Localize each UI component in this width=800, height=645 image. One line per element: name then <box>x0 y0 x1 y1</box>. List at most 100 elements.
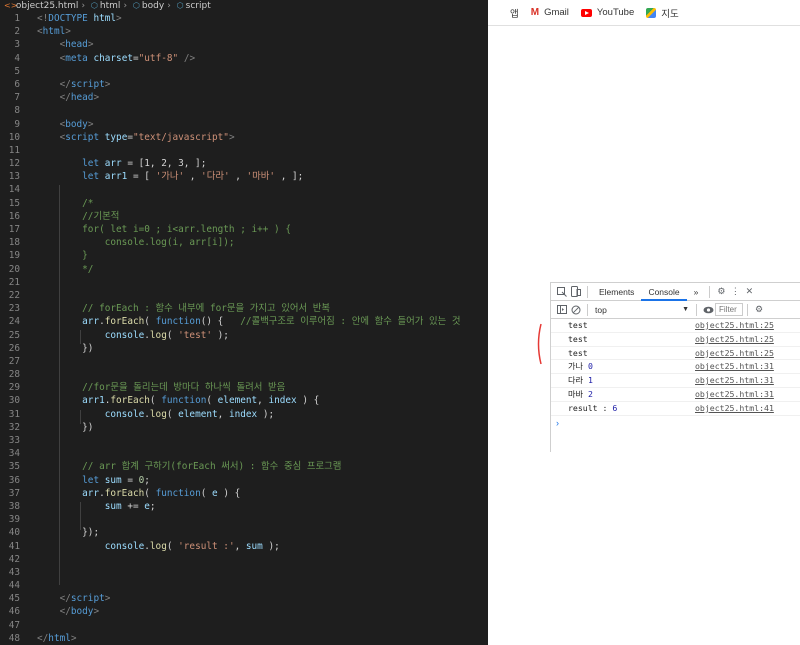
code-line[interactable]: 23 // forEach : 함수 내부에 for문을 가지고 있어서 반복 <box>0 302 488 315</box>
code-line[interactable]: 11 <box>0 144 488 157</box>
more-tabs-button[interactable]: » <box>687 283 706 301</box>
message-value: 가나 <box>568 361 588 372</box>
filter-input[interactable] <box>715 303 743 316</box>
code-line[interactable]: 43 <box>0 566 488 579</box>
line-text: arr.forEach( function() { //콜백구조로 이루어짐 :… <box>37 315 460 328</box>
source-link[interactable]: object25.html:25 <box>695 319 774 333</box>
code-line[interactable]: 28 <box>0 368 488 381</box>
code-line[interactable]: 31 console.log( element, index ); <box>0 408 488 421</box>
code-token: ); <box>257 408 275 420</box>
breadcrumb-script[interactable]: script <box>186 1 211 11</box>
console-prompt[interactable]: › <box>551 416 800 430</box>
code-line[interactable]: 10 <script type="text/javascript"> <box>0 131 488 144</box>
close-icon[interactable]: ✕ <box>742 285 756 299</box>
code-line[interactable]: 35 // arr 합계 구하기(forEach 써서) : 함수 중심 프로그… <box>0 460 488 473</box>
source-link[interactable]: object25.html:25 <box>695 333 774 347</box>
code-line[interactable]: 3 <head> <box>0 38 488 51</box>
source-link[interactable]: object25.html:25 <box>695 347 774 361</box>
device-toolbar-icon[interactable] <box>569 285 583 299</box>
gear-icon[interactable]: ⚙ <box>714 285 728 299</box>
code-line[interactable]: 2 <html> <box>0 25 488 38</box>
code-line[interactable]: 16 //기본적 <box>0 210 488 223</box>
code-line[interactable]: 34 <box>0 447 488 460</box>
code-line[interactable]: 9 <body> <box>0 118 488 131</box>
tab-console[interactable]: Console <box>641 283 687 301</box>
breadcrumb-file[interactable]: object25.html <box>16 1 79 11</box>
code-line[interactable]: 4 <meta charset="utf-8" /> <box>0 52 488 65</box>
console-settings-icon[interactable]: ⚙ <box>752 303 766 317</box>
bookmark-gmail[interactable]: M Gmail <box>531 7 569 18</box>
code-line[interactable]: 17 for( let i=0 ; i<arr.length ; i++ ) { <box>0 223 488 236</box>
code-line[interactable]: 38 sum += e; <box>0 500 488 513</box>
code-line[interactable]: 36 let sum = 0; <box>0 474 488 487</box>
code-line[interactable]: 8 <box>0 104 488 117</box>
code-line[interactable]: 5 <box>0 65 488 78</box>
kebab-menu-icon[interactable]: ⋮ <box>728 285 742 299</box>
line-text: }); <box>37 526 99 539</box>
code-line[interactable]: 33 <box>0 434 488 447</box>
code-line[interactable]: 44 <box>0 579 488 592</box>
code-line[interactable]: 18 console.log(i, arr[i]); <box>0 236 488 249</box>
line-text: // forEach : 함수 내부에 for문을 가지고 있어서 반복 <box>37 302 330 315</box>
code-area[interactable]: 1 <!DOCTYPE html> 2 <html> 3 <head> 4 <meta c… <box>0 12 488 645</box>
inspect-element-icon[interactable] <box>555 285 569 299</box>
code-line[interactable]: 12 let arr = [1, 2, 3, ]; <box>0 157 488 170</box>
code-line[interactable]: 29 //for문을 돌리는데 방마다 하나씩 돌려서 받음 <box>0 381 488 394</box>
code-line[interactable]: 40 }); <box>0 526 488 539</box>
code-token: , ]; <box>275 171 304 183</box>
code-line[interactable]: 24 arr.forEach( function() { //콜백구조로 이루어… <box>0 315 488 328</box>
console-output: test object25.html:25 test object25.html:25… <box>551 319 800 416</box>
code-line[interactable]: 37 arr.forEach( function( e ) { <box>0 487 488 500</box>
sidebar-toggle-icon[interactable] <box>555 303 569 317</box>
code-line[interactable]: 39 <box>0 513 488 526</box>
code-token: console <box>104 408 145 420</box>
divider <box>747 303 748 316</box>
code-line[interactable]: 7 </head> <box>0 91 488 104</box>
code-line[interactable]: 22 <box>0 289 488 302</box>
code-line[interactable]: 41 console.log( 'result :', sum ); <box>0 540 488 553</box>
line-text: <html> <box>37 25 71 38</box>
code-line[interactable]: 19 } <box>0 249 488 262</box>
code-line[interactable]: 20 */ <box>0 263 488 276</box>
line-number: 32 <box>8 421 20 433</box>
indent-guide <box>80 502 81 530</box>
code-line[interactable]: 1 <!DOCTYPE html> <box>0 12 488 25</box>
source-link[interactable]: object25.html:31 <box>695 388 774 402</box>
code-line[interactable]: 45 </script> <box>0 592 488 605</box>
code-line[interactable]: 30 arr1.forEach( function( element, inde… <box>0 394 488 407</box>
source-link[interactable]: object25.html:41 <box>695 402 774 416</box>
bookmark-apps[interactable]: 앱 <box>497 6 519 20</box>
code-line[interactable]: 42 <box>0 553 488 566</box>
code-line[interactable]: 15 /* <box>0 197 488 210</box>
bookmark-maps[interactable]: 지도 <box>646 6 679 20</box>
bookmark-youtube[interactable]: YouTube <box>580 7 634 18</box>
source-link[interactable]: object25.html:31 <box>695 360 774 374</box>
code-line[interactable]: 25 console.log( 'test' ); <box>0 329 488 342</box>
eye-icon[interactable] <box>701 303 715 317</box>
code-line[interactable]: 13 let arr1 = [ '가나' , '다라' , '마바' , ]; <box>0 170 488 183</box>
breadcrumb-body[interactable]: body <box>142 1 164 11</box>
line-number: 9 <box>14 118 20 130</box>
line-number: 20 <box>8 263 20 275</box>
source-link[interactable]: object25.html:31 <box>695 374 774 388</box>
tab-elements[interactable]: Elements <box>592 283 641 301</box>
line-number: 42 <box>8 553 20 565</box>
code-editor[interactable]: <> object25.html › ⬡ html › ⬡ body › ⬡ script … <box>0 0 488 645</box>
clear-console-icon[interactable] <box>569 303 583 317</box>
code-line[interactable]: 32 }) <box>0 421 488 434</box>
code-line[interactable]: 47 <box>0 619 488 632</box>
bookmark-gmail-label: Gmail <box>544 7 569 18</box>
code-line[interactable]: 46 </body> <box>0 605 488 618</box>
code-line[interactable]: 27 <box>0 355 488 368</box>
context-select[interactable]: top ▼ <box>592 303 692 317</box>
code-line[interactable]: 14 <box>0 183 488 196</box>
console-message: 다라 1 object25.html:31 <box>551 374 800 388</box>
code-line[interactable]: 6 </script> <box>0 78 488 91</box>
breadcrumb-html[interactable]: html <box>100 1 121 11</box>
line-text: arr.forEach( function( e ) { <box>37 487 240 500</box>
code-line[interactable]: 26 }) <box>0 342 488 355</box>
code-line[interactable]: 21 <box>0 276 488 289</box>
code-line[interactable]: 48 </html> <box>0 632 488 645</box>
